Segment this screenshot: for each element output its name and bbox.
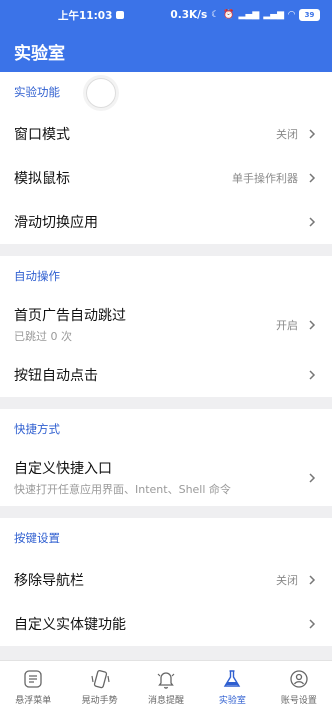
- nav-shake-gesture[interactable]: 晃动手势: [66, 661, 132, 722]
- nav-label: 消息提醒: [148, 696, 185, 706]
- nav-floating-menu[interactable]: 悬浮菜单: [0, 661, 66, 722]
- signal-icon-2: ▂▄▆: [263, 10, 285, 20]
- row-subtitle: 快速打开任意应用界面、Intent、Shell 命令: [14, 483, 231, 496]
- signal-icon: ▂▄▆: [238, 10, 260, 20]
- moon-icon: ☾: [211, 10, 220, 20]
- account-icon: [290, 670, 308, 688]
- row-title: 移除导航栏: [14, 573, 84, 589]
- custom-shortcut-row[interactable]: 自定义快捷入口 快速打开任意应用界面、Intent、Shell 命令: [0, 449, 332, 506]
- row-title: 自定义实体键功能: [14, 617, 126, 633]
- nav-label: 实验室: [218, 696, 246, 706]
- nav-account-settings[interactable]: 账号设置: [266, 661, 332, 722]
- status-bar: 上午11:03 0.3K/s ☾ ⏰ ▂▄▆ ▂▄▆ ◠ 39: [0, 0, 332, 30]
- nav-message-alert[interactable]: 消息提醒: [133, 661, 199, 722]
- wifi-icon: ◠: [288, 10, 295, 20]
- row-subtitle: 已跳过 0 次: [14, 330, 72, 343]
- row-value: 关闭: [276, 128, 298, 141]
- section-shortcuts: 快捷方式 自定义快捷入口 快速打开任意应用界面、Intent、Shell 命令: [0, 409, 332, 506]
- nav-label: 悬浮菜单: [15, 696, 52, 706]
- chevron-right-icon: [309, 575, 316, 585]
- nav-label: 账号设置: [280, 696, 317, 706]
- section-divider: [0, 244, 332, 256]
- chevron-right-icon: [309, 619, 316, 629]
- bell-icon: [157, 672, 175, 689]
- app-bar: 实验室: [0, 30, 332, 72]
- section-auto-actions: 自动操作 首页广告自动跳过 已跳过 0 次 开启 按钮自动点击: [0, 256, 332, 397]
- row-value: 关闭: [276, 574, 298, 587]
- chevron-right-icon: [309, 217, 316, 227]
- row-title: 滑动切换应用: [14, 215, 98, 231]
- section-header: 按键设置: [14, 531, 60, 545]
- alarm-icon: ⏰: [223, 10, 235, 20]
- battery-icon: 39: [299, 9, 320, 21]
- section-divider: [0, 506, 332, 518]
- chevron-right-icon: [309, 472, 316, 483]
- auto-skip-ads-row[interactable]: 首页广告自动跳过 已跳过 0 次 开启: [0, 296, 332, 353]
- shake-phone-icon: [91, 670, 110, 689]
- bottom-navigation: 悬浮菜单 晃动手势 消息提醒 实验室 账号设置: [0, 660, 332, 722]
- row-value: 单手操作利器: [232, 172, 298, 185]
- window-mode-row[interactable]: 窗口模式 关闭: [0, 112, 332, 156]
- page-title: 实验室: [14, 43, 65, 64]
- chevron-right-icon: [309, 319, 316, 330]
- section-header: 快捷方式: [14, 422, 60, 436]
- section-key-settings: 按键设置 移除导航栏 关闭 自定义实体键功能: [0, 518, 332, 646]
- row-title: 自定义快捷入口: [14, 461, 112, 477]
- section-lab-features: 实验功能 窗口模式 关闭 模拟鼠标 单手操作利器 滑动切换应用: [0, 72, 332, 244]
- section-header: 自动操作: [14, 269, 60, 283]
- auto-click-buttons-row[interactable]: 按钮自动点击: [0, 353, 332, 397]
- row-title: 窗口模式: [14, 127, 70, 143]
- touch-ripple: [86, 78, 116, 108]
- floating-menu-icon: [24, 670, 42, 688]
- chevron-right-icon: [309, 129, 316, 139]
- flask-icon: [224, 670, 241, 687]
- custom-hardware-keys-row[interactable]: 自定义实体键功能: [0, 602, 332, 646]
- status-time: 上午11:03: [58, 9, 113, 22]
- swipe-switch-apps-row[interactable]: 滑动切换应用: [0, 200, 332, 244]
- row-title: 模拟鼠标: [14, 171, 70, 187]
- network-speed: 0.3K/s: [170, 9, 208, 21]
- row-title: 首页广告自动跳过: [14, 308, 126, 324]
- row-title: 按钮自动点击: [14, 368, 98, 384]
- section-header: 实验功能: [0, 72, 332, 112]
- nav-label: 晃动手势: [81, 696, 118, 706]
- settings-list[interactable]: 实验功能 窗口模式 关闭 模拟鼠标 单手操作利器 滑动切换应用 自动操作 首页广…: [0, 72, 332, 660]
- notification-icon: [116, 11, 125, 19]
- mouse-simulation-row[interactable]: 模拟鼠标 单手操作利器: [0, 156, 332, 200]
- nav-lab[interactable]: 实验室: [199, 661, 265, 722]
- section-divider: [0, 397, 332, 409]
- chevron-right-icon: [309, 173, 316, 183]
- remove-navbar-row[interactable]: 移除导航栏 关闭: [0, 558, 332, 602]
- chevron-right-icon: [309, 370, 316, 380]
- row-value: 开启: [276, 318, 298, 332]
